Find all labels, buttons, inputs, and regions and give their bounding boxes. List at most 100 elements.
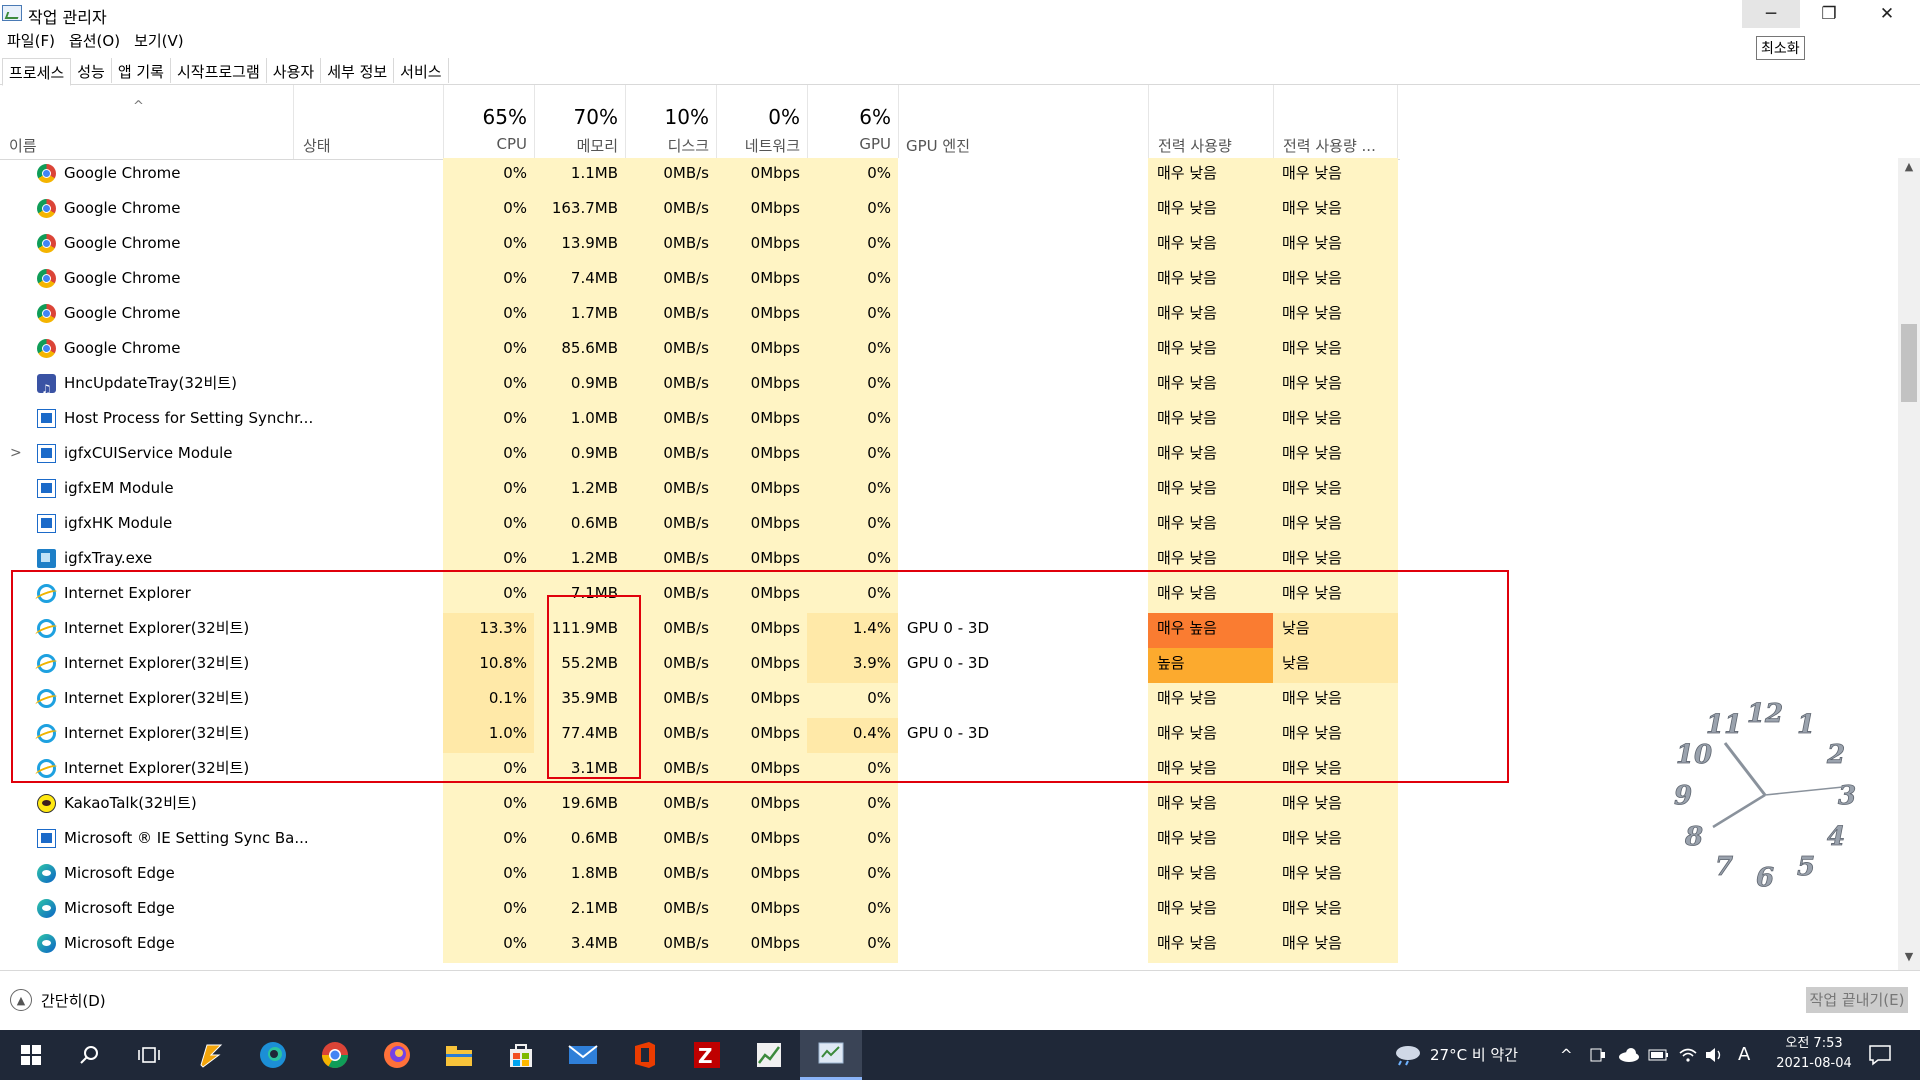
scroll-down-arrow-icon[interactable]: ▼ [1898, 950, 1920, 966]
power-usage-value: 매우 낮음 [1148, 368, 1273, 403]
process-row[interactable]: KakaoTalk(32비트) 0% 19.6MB 0MB/s 0Mbps 0% 매우 낮음… [0, 788, 1400, 823]
header-disk[interactable]: 10% 디스크 [625, 85, 716, 159]
ime-indicator[interactable]: A [1738, 1030, 1750, 1080]
wifi-icon[interactable] [1678, 1045, 1698, 1065]
search-button[interactable] [58, 1030, 120, 1080]
expand-chevron-icon[interactable]: > [10, 438, 22, 468]
chevron-up-icon[interactable]: ▲ [10, 989, 32, 1011]
start-button[interactable] [0, 1030, 62, 1080]
process-row[interactable]: Microsoft Edge 0% 2.1MB 0MB/s 0Mbps 0% 매우 낮음 매우… [0, 893, 1400, 928]
meet-now-icon[interactable] [1590, 1046, 1606, 1064]
menu-options[interactable]: 옵션(O) [62, 28, 127, 52]
end-task-button[interactable]: 작업 끝내기(E) [1806, 987, 1908, 1013]
onedrive-cloud-icon[interactable] [1618, 1047, 1640, 1063]
disk-value: 0MB/s [625, 858, 716, 893]
process-row[interactable]: Google Chrome 0% 1.7MB 0MB/s 0Mbps 0% 매우 낮음 매우 … [0, 298, 1400, 333]
tray-overflow-chevron-icon[interactable]: ^ [1560, 1030, 1573, 1080]
tab-performance[interactable]: 성능 [71, 58, 112, 83]
taskbar-app-firefox[interactable] [366, 1030, 428, 1080]
power-trend-value: 매우 낮음 [1273, 263, 1398, 298]
network-value: 0Mbps [716, 858, 807, 893]
menu-file[interactable]: 파일(F) [0, 28, 62, 52]
tab-processes[interactable]: 프로세스 [2, 58, 72, 86]
tab-startup[interactable]: 시작프로그램 [171, 58, 267, 83]
taskbar-app-chrome[interactable] [304, 1030, 366, 1080]
header-memory[interactable]: 70% 메모리 [534, 85, 625, 159]
network-value: 0Mbps [716, 438, 807, 473]
process-row[interactable]: igfxHK Module 0% 0.6MB 0MB/s 0Mbps 0% 매우 낮음 매우 … [0, 508, 1400, 543]
taskbar-app-winamp[interactable] [180, 1030, 242, 1080]
process-row[interactable]: Google Chrome 0% 85.6MB 0MB/s 0Mbps 0% 매우 낮음 매우… [0, 333, 1400, 368]
restore-button[interactable]: ❐ [1800, 0, 1858, 28]
process-row[interactable]: Host Process for Setting Synchr... 0% 1.0M… [0, 403, 1400, 438]
process-row[interactable]: Microsoft Edge 0% 3.4MB 0MB/s 0Mbps 0% 매우 낮음 매우… [0, 928, 1400, 963]
scrollbar-thumb[interactable] [1901, 324, 1917, 402]
taskbar-app-office[interactable] [614, 1030, 676, 1080]
process-row[interactable]: Google Chrome 0% 1.1MB 0MB/s 0Mbps 0% 매우 낮음 매우 … [0, 158, 1400, 193]
task-view-button[interactable] [118, 1030, 180, 1080]
process-name-cell: igfxHK Module [0, 508, 443, 543]
filezilla-icon: Z [694, 1042, 720, 1068]
notification-icon[interactable] [1868, 1044, 1892, 1066]
header-network[interactable]: 0% 네트워크 [716, 85, 807, 159]
power-usage-value: 매우 낮음 [1148, 298, 1273, 333]
process-row[interactable]: Microsoft ® IE Setting Sync Ba... 0% 0.6MB… [0, 823, 1400, 858]
header-gpu[interactable]: 6% GPU [807, 85, 898, 159]
power-usage-value: 매우 낮음 [1148, 928, 1273, 963]
battery-icon[interactable] [1648, 1047, 1670, 1063]
header-power-trend[interactable]: 전력 사용량 ... [1273, 85, 1398, 159]
minimize-button[interactable]: ─ [1742, 0, 1800, 28]
power-trend-value: 매우 낮음 [1273, 193, 1398, 228]
close-button[interactable]: ✕ [1858, 0, 1916, 28]
taskbar-clock[interactable]: 오전 7:53 2021-08-04 [1770, 1034, 1858, 1074]
process-row[interactable]: HncUpdateTray(32비트)0%0.9MB0MB/s0Mbps0%매우… [0, 368, 1400, 403]
header-name[interactable]: ^ 이름 [0, 85, 293, 159]
cpu-value: 0% [443, 333, 534, 368]
process-row[interactable]: Google Chrome 0% 7.4MB 0MB/s 0Mbps 0% 매우 낮음 매우 … [0, 263, 1400, 298]
gpu-engine-value [898, 193, 1148, 228]
scroll-up-arrow-icon[interactable]: ▲ [1898, 160, 1920, 176]
task-manager-icon [2, 5, 22, 21]
tab-users[interactable]: 사용자 [267, 58, 322, 83]
taskbar-app-edge[interactable] [242, 1030, 304, 1080]
header-network-label: 네트워크 [744, 137, 800, 155]
volume-icon[interactable] [1704, 1046, 1726, 1064]
process-row[interactable]: igfxEM Module 0% 1.2MB 0MB/s 0Mbps 0% 매우 낮음 매우 … [0, 473, 1400, 508]
process-name: Microsoft Edge [64, 934, 175, 952]
fewer-details-link[interactable]: 간단히(D) [41, 990, 106, 1011]
gpu-value: 0% [807, 158, 898, 193]
taskbar-app-mail[interactable] [552, 1030, 614, 1080]
header-gpu-engine[interactable]: GPU 엔진 [898, 85, 1148, 159]
header-power[interactable]: 전력 사용량 [1148, 85, 1273, 159]
tab-services[interactable]: 서비스 [394, 58, 449, 83]
taskbar-app-filezilla[interactable]: Z [676, 1030, 738, 1080]
header-status[interactable]: 상태 [293, 85, 443, 159]
process-row[interactable]: > igfxCUIService Module 0% 0.9MB 0MB/s 0Mbps 0… [0, 438, 1400, 473]
memory-value: 1.0MB [534, 403, 625, 438]
gpu-engine-value [898, 928, 1148, 963]
process-row[interactable]: Microsoft Edge 0% 1.8MB 0MB/s 0Mbps 0% 매우 낮음 매우… [0, 858, 1400, 893]
taskbar-app-task-manager[interactable] [800, 1030, 862, 1080]
taskbar-app-chart[interactable] [738, 1030, 800, 1080]
chrome-icon [321, 1042, 349, 1069]
weather-text[interactable]: 27°C 비 약간 [1430, 1030, 1518, 1080]
edge-icon [37, 864, 56, 883]
menu-view[interactable]: 보기(V) [127, 28, 191, 52]
process-name-cell: > igfxCUIService Module [0, 438, 443, 473]
tab-details[interactable]: 세부 정보 [321, 58, 395, 83]
chart-app-icon [757, 1043, 781, 1067]
process-row[interactable]: Google Chrome 0% 163.7MB 0MB/s 0Mbps 0% 매우 낮음 매… [0, 193, 1400, 228]
power-usage-value: 매우 낮음 [1148, 823, 1273, 858]
taskbar-app-store[interactable] [490, 1030, 552, 1080]
tab-app-history[interactable]: 앱 기록 [112, 58, 171, 83]
chrome-icon [37, 269, 56, 288]
clock-number: 2 [1826, 740, 1845, 770]
header-cpu[interactable]: 65% CPU [443, 85, 534, 159]
gpu-engine-value [898, 858, 1148, 893]
gpu-engine-value [898, 893, 1148, 928]
windows-logo-icon [21, 1045, 41, 1065]
process-row[interactable]: Google Chrome 0% 13.9MB 0MB/s 0Mbps 0% 매우 낮음 매우… [0, 228, 1400, 263]
vertical-scrollbar[interactable] [1898, 158, 1920, 970]
close-icon: ✕ [1879, 4, 1895, 24]
taskbar-app-file-explorer[interactable] [428, 1030, 490, 1080]
